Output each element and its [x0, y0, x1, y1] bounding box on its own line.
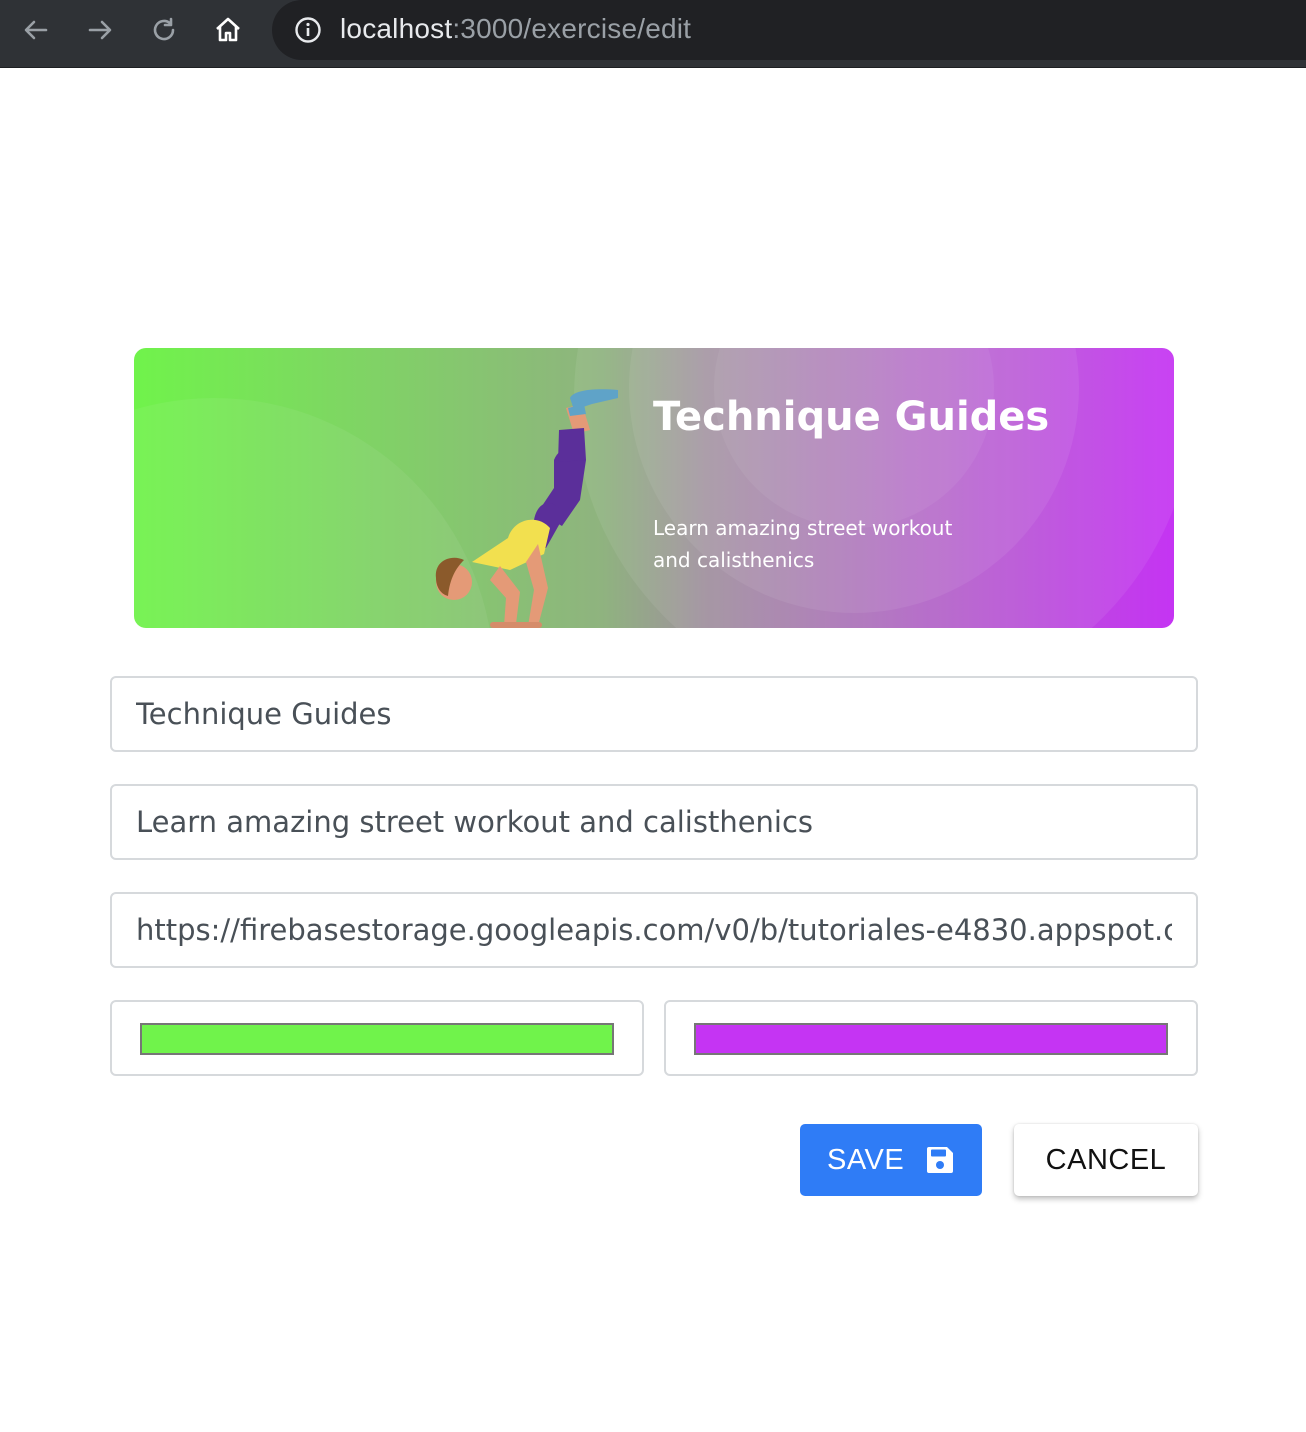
description-input[interactable] — [136, 786, 1172, 858]
title-field[interactable] — [110, 676, 1198, 752]
exercise-banner-card: Technique Guides Learn amazing street wo… — [134, 348, 1174, 628]
home-icon[interactable] — [208, 10, 248, 50]
reload-icon[interactable] — [144, 10, 184, 50]
url-path: :3000/exercise/edit — [452, 13, 692, 44]
save-button-label: SAVE — [827, 1143, 905, 1176]
cancel-button-label: CANCEL — [1045, 1143, 1167, 1176]
left-color-picker[interactable] — [140, 1023, 614, 1055]
forward-arrow-icon[interactable] — [80, 10, 120, 50]
title-input[interactable] — [136, 678, 1172, 750]
info-icon[interactable] — [294, 16, 322, 44]
right-color-field[interactable] — [664, 1000, 1198, 1076]
save-button[interactable]: SAVE — [800, 1124, 982, 1196]
right-color-picker[interactable] — [694, 1023, 1168, 1055]
address-bar[interactable]: localhost:3000/exercise/edit — [272, 0, 1306, 60]
back-arrow-icon[interactable] — [16, 10, 56, 50]
image-url-input[interactable] — [136, 894, 1172, 966]
floppy-disk-icon — [927, 1147, 954, 1173]
url-text[interactable]: localhost:3000/exercise/edit — [340, 13, 691, 45]
browser-toolbar: localhost:3000/exercise/edit — [0, 0, 1306, 68]
image-url-field[interactable] — [110, 892, 1198, 968]
left-color-field[interactable] — [110, 1000, 644, 1076]
banner-title: Technique Guides — [653, 394, 1050, 440]
description-field[interactable] — [110, 784, 1198, 860]
url-host: localhost — [340, 13, 453, 44]
cancel-button[interactable]: CANCEL — [1014, 1124, 1198, 1196]
banner-subtitle: Learn amazing street workout and calisth… — [653, 516, 953, 572]
